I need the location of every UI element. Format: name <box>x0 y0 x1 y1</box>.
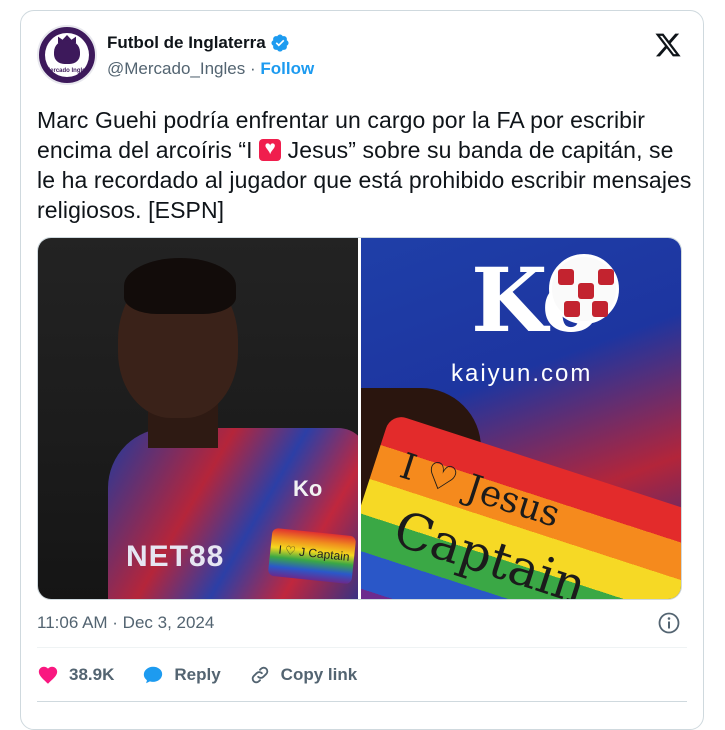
separator: · <box>249 59 256 78</box>
display-name[interactable]: Futbol de Inglaterra <box>107 33 266 53</box>
jersey-sponsor: NET88 <box>126 540 225 573</box>
timestamp[interactable]: 11:06 AM · Dec 3, 2024 <box>37 613 214 633</box>
reply-label: Reply <box>174 665 221 684</box>
author-name-line: Futbol de Inglaterra <box>107 33 290 53</box>
sponsor-text: kaiyun.com <box>451 360 593 387</box>
rainbow-armband: I ♡ Jesus Captain <box>361 413 681 599</box>
verified-badge-icon <box>271 34 289 52</box>
football-icon <box>549 254 619 324</box>
divider <box>37 647 687 648</box>
heart-emoji-icon <box>259 138 282 161</box>
ball-patch <box>598 269 614 285</box>
armband-small-text: I ♡ J Captain <box>277 542 351 564</box>
lion-icon <box>54 40 80 64</box>
like-button[interactable]: 38.9K <box>37 664 114 686</box>
reply-button[interactable]: Reply <box>142 664 221 686</box>
handle[interactable]: @Mercado_Ingles <box>107 59 245 78</box>
copy-link-button[interactable]: Copy link <box>249 664 358 686</box>
copy-link-label: Copy link <box>280 665 358 684</box>
bottom-divider <box>37 701 687 702</box>
heart-icon <box>38 666 58 684</box>
ball-patch <box>558 269 574 285</box>
ball-patch <box>592 301 608 317</box>
tweet-header: Mercado Ingles Futbol de Inglaterra @Mer… <box>37 25 687 85</box>
avatar-text: Mercado Ingles <box>45 68 89 74</box>
ball-patch <box>564 301 580 317</box>
ball-patch <box>578 283 594 299</box>
hair-shape <box>124 258 236 314</box>
action-bar: 38.9K Reply Copy link <box>37 659 385 691</box>
reply-bubble-icon <box>144 666 163 684</box>
tweet-card: Mercado Ingles Futbol de Inglaterra @Mer… <box>20 10 704 730</box>
avatar[interactable]: Mercado Ingles <box>37 25 97 85</box>
like-count: 38.9K <box>69 665 115 684</box>
x-logo-icon[interactable] <box>653 31 683 59</box>
media-photo-armband[interactable]: Ko kaiyun.com I ♡ Jesus Captain <box>361 238 681 599</box>
media-grid: Ko NET88 I ♡ J Captain Ko kaiyun.com I ♡… <box>37 237 682 600</box>
link-icon <box>251 666 268 684</box>
info-icon[interactable] <box>657 611 681 635</box>
handle-line: @Mercado_Ingles · Follow <box>107 59 314 79</box>
tweet-text: Marc Guehi podría enfrentar un cargo por… <box>37 105 697 225</box>
armband-small: I ♡ J Captain <box>267 527 357 585</box>
follow-button[interactable]: Follow <box>260 59 314 78</box>
media-photo-player[interactable]: Ko NET88 I ♡ J Captain <box>38 238 358 599</box>
chest-logo: Ko <box>293 476 323 501</box>
